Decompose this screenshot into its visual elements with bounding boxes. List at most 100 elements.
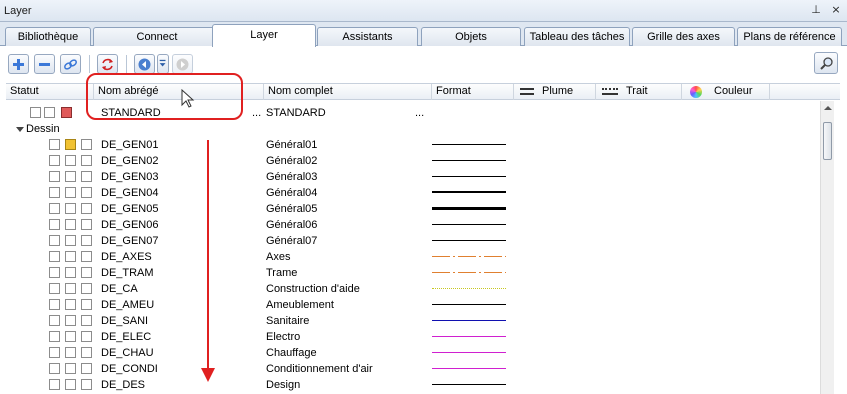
status-checkbox[interactable] xyxy=(49,171,60,182)
tab-tableau-des-taches[interactable]: Tableau des tâches xyxy=(524,27,630,46)
group-row-dessin[interactable]: Dessin xyxy=(6,121,820,137)
column-format[interactable]: Format xyxy=(432,84,514,100)
status-checkbox[interactable] xyxy=(49,155,60,166)
table-row[interactable]: DE_CONDI Conditionnement d'air xyxy=(6,361,820,377)
status-checkbox[interactable] xyxy=(65,315,76,326)
status-checkbox[interactable] xyxy=(65,363,76,374)
table-row[interactable]: DE_TRAM Trame xyxy=(6,265,820,281)
column-plume[interactable]: Plume xyxy=(514,84,596,100)
dropdown-button[interactable] xyxy=(157,54,169,74)
disabled-action-icon xyxy=(176,58,189,70)
status-checkbox[interactable] xyxy=(81,283,92,294)
table-row[interactable]: DE_DES Design xyxy=(6,377,820,393)
status-checkbox[interactable] xyxy=(49,267,60,278)
status-checkbox[interactable] xyxy=(65,203,76,214)
status-checkbox[interactable] xyxy=(81,139,92,150)
status-checkbox[interactable] xyxy=(49,379,60,390)
tab-grille-des-axes[interactable]: Grille des axes xyxy=(632,27,735,46)
tab-connect[interactable]: Connect xyxy=(93,27,221,46)
status-checkbox[interactable] xyxy=(81,251,92,262)
status-checkbox[interactable] xyxy=(49,363,60,374)
status-checkbox[interactable] xyxy=(49,331,60,342)
status-checkbox[interactable] xyxy=(65,267,76,278)
table-row[interactable]: DE_SANI Sanitaire xyxy=(6,313,820,329)
column-trait[interactable]: Trait xyxy=(596,84,682,100)
tab-plans-de-reference[interactable]: Plans de référence xyxy=(737,27,842,46)
disabled-action-button[interactable] xyxy=(172,54,193,74)
status-checkbox[interactable] xyxy=(81,331,92,342)
status-checkbox[interactable] xyxy=(65,187,76,198)
status-checkbox[interactable] xyxy=(81,187,92,198)
status-checkbox[interactable] xyxy=(81,235,92,246)
vertical-scrollbar[interactable] xyxy=(820,101,834,394)
title-bar: Layer ⊥ × xyxy=(0,0,847,22)
status-checkbox[interactable] xyxy=(65,283,76,294)
scroll-up-arrow-icon[interactable] xyxy=(824,106,832,110)
line-style-icon xyxy=(602,88,618,95)
tab-bibliotheque[interactable]: Bibliothèque xyxy=(5,27,91,46)
table-row[interactable]: DE_AXES Axes xyxy=(6,249,820,265)
search-button[interactable] xyxy=(814,52,838,74)
status-checkbox[interactable] xyxy=(81,219,92,230)
tab-layer[interactable]: Layer xyxy=(212,24,316,47)
status-checkbox[interactable] xyxy=(81,155,92,166)
status-checkbox[interactable] xyxy=(49,187,60,198)
link-button[interactable] xyxy=(60,54,81,74)
status-checkbox[interactable] xyxy=(65,299,76,310)
status-checkbox[interactable] xyxy=(81,171,92,182)
status-checkbox[interactable] xyxy=(65,235,76,246)
status-indicator-yellow[interactable] xyxy=(65,139,76,150)
table-row[interactable]: DE_GEN03 Général03 xyxy=(6,169,820,185)
status-checkbox[interactable] xyxy=(65,347,76,358)
status-checkbox[interactable] xyxy=(81,299,92,310)
status-checkbox[interactable] xyxy=(65,219,76,230)
status-checkbox[interactable] xyxy=(81,267,92,278)
column-couleur[interactable]: Couleur xyxy=(682,84,770,100)
status-indicator-red[interactable] xyxy=(61,107,72,118)
status-checkbox[interactable] xyxy=(65,251,76,262)
table-row[interactable]: DE_ELEC Electro xyxy=(6,329,820,345)
layer-short-name: DE_SANI xyxy=(101,315,149,327)
status-checkbox[interactable] xyxy=(49,219,60,230)
column-nom-complet[interactable]: Nom complet xyxy=(264,84,432,100)
status-checkbox[interactable] xyxy=(81,379,92,390)
tab-assistants[interactable]: Assistants xyxy=(317,27,418,46)
status-checkbox[interactable] xyxy=(49,283,60,294)
remove-layer-button[interactable] xyxy=(34,54,55,74)
status-checkbox[interactable] xyxy=(81,347,92,358)
scroll-thumb[interactable] xyxy=(823,122,832,160)
status-checkbox[interactable] xyxy=(65,155,76,166)
status-checkbox[interactable] xyxy=(44,107,55,118)
status-checkbox[interactable] xyxy=(81,363,92,374)
column-statut[interactable]: Statut xyxy=(6,84,94,100)
status-checkbox[interactable] xyxy=(49,235,60,246)
close-icon[interactable]: × xyxy=(829,3,843,17)
status-checkbox[interactable] xyxy=(49,139,60,150)
table-row[interactable]: DE_CA Construction d'aide xyxy=(6,281,820,297)
tab-objets[interactable]: Objets xyxy=(421,27,521,46)
status-checkbox[interactable] xyxy=(49,251,60,262)
add-layer-button[interactable] xyxy=(8,54,29,74)
status-checkbox[interactable] xyxy=(49,347,60,358)
status-checkbox[interactable] xyxy=(49,203,60,214)
table-row[interactable]: DE_GEN02 Général02 xyxy=(6,153,820,169)
table-row[interactable]: DE_CHAU Chauffage xyxy=(6,345,820,361)
status-checkbox[interactable] xyxy=(65,331,76,342)
status-checkbox[interactable] xyxy=(49,299,60,310)
status-checkbox[interactable] xyxy=(65,379,76,390)
table-row[interactable]: DE_GEN01 Général01 xyxy=(6,137,820,153)
table-row[interactable]: DE_GEN07 Général07 xyxy=(6,233,820,249)
navigate-button[interactable] xyxy=(134,54,155,74)
table-row[interactable]: DE_GEN06 Général06 xyxy=(6,217,820,233)
table-row[interactable]: DE_AMEU Ameublement xyxy=(6,297,820,313)
pin-icon[interactable]: ⊥ xyxy=(809,3,823,17)
refresh-button[interactable] xyxy=(97,54,118,74)
status-checkbox[interactable] xyxy=(81,203,92,214)
table-row[interactable]: DE_GEN05 Général05 xyxy=(6,201,820,217)
status-checkbox[interactable] xyxy=(65,171,76,182)
table-row[interactable]: DE_GEN04 Général04 xyxy=(6,185,820,201)
status-checkbox[interactable] xyxy=(49,315,60,326)
status-checkbox[interactable] xyxy=(81,315,92,326)
status-checkbox[interactable] xyxy=(30,107,41,118)
expand-arrow-icon[interactable] xyxy=(16,127,24,132)
